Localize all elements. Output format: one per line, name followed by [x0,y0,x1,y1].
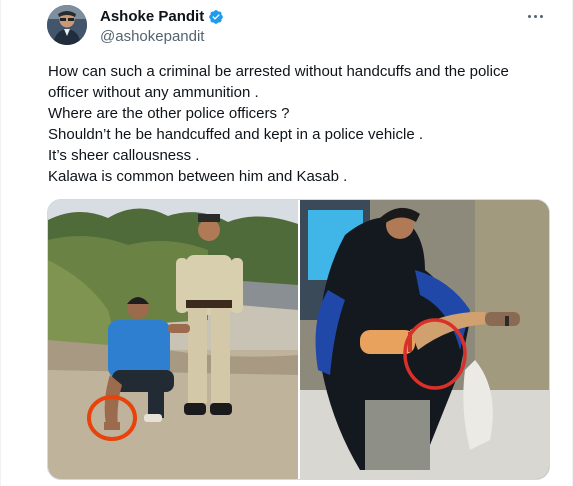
tweet-header: Ashoke Pandit @ashokepandit [100,8,532,47]
author-display-name[interactable]: Ashoke Pandit [100,8,204,26]
tweet-media [47,199,550,480]
tweet-line: Shouldn’t he be handcuffed and kept in a… [48,126,423,143]
tweet-line: Kalawa is common between him and Kasab . [48,168,348,185]
tweet-line: Where are the other police officers ? [48,105,290,122]
author-handle[interactable]: @ashokepandit [100,27,532,47]
photo-arrest-scene [48,200,298,479]
tweet-text: How can such a criminal be arrested with… [48,61,548,187]
tweet-line: How can such a criminal be arrested with… [48,63,513,101]
author-avatar[interactable] [47,5,87,45]
avatar-image [47,5,87,45]
media-photo-kasab[interactable] [299,200,549,479]
verified-badge-icon [208,9,224,25]
tweet-line: It’s sheer callousness . [48,147,200,164]
tweet-card: Ashoke Pandit @ashokepandit How can such… [0,0,573,486]
name-row: Ashoke Pandit [100,8,532,26]
photo-kasab [299,200,549,479]
more-options-icon[interactable] [524,6,546,26]
media-photo-arrest[interactable] [48,200,298,479]
